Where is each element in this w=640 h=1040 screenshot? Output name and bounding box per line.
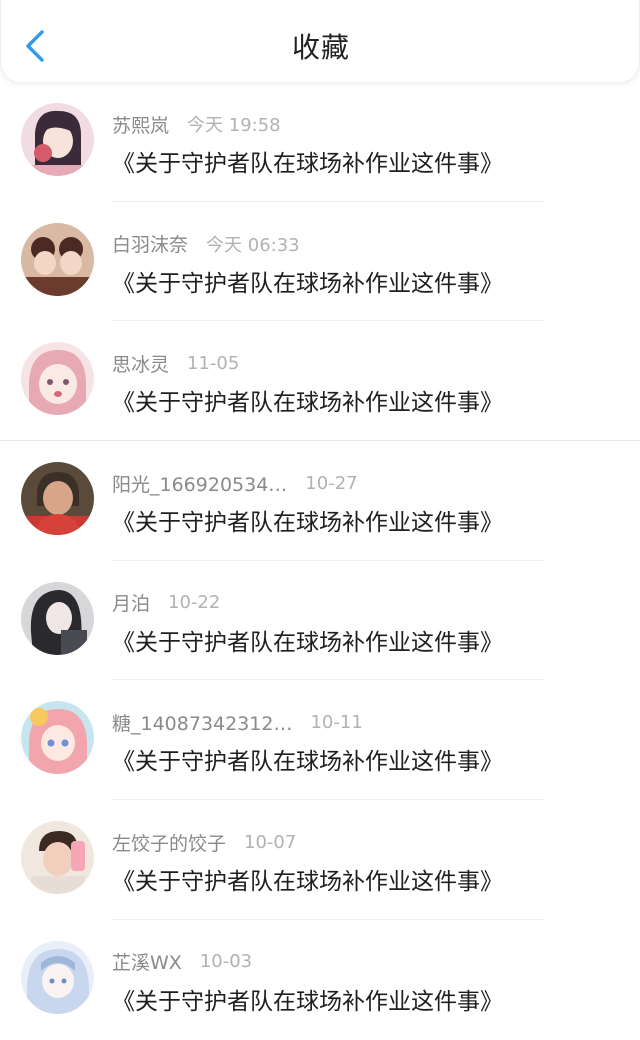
item-meta: 苏熙岚 今天 19:58 bbox=[112, 110, 281, 138]
item-meta: 阳光_166920534… 10-27 bbox=[112, 469, 358, 497]
favorites-list: 苏熙岚 今天 19:58 《关于守护者队在球场补作业这件事》 白羽沫奈 今天 0… bbox=[0, 82, 640, 1040]
list-item[interactable]: 月泊 10-22 《关于守护者队在球场补作业这件事》 bbox=[0, 561, 640, 681]
timestamp: 10-11 bbox=[310, 711, 363, 733]
message-text: 《关于守护者队在球场补作业这件事》 bbox=[112, 390, 503, 417]
list-item[interactable]: 思冰灵 11-05 《关于守护者队在球场补作业这件事》 bbox=[0, 321, 640, 442]
list-item[interactable]: 左饺子的饺子 10-07 《关于守护者队在球场补作业这件事》 bbox=[0, 800, 640, 920]
timestamp: 10-27 bbox=[305, 472, 358, 494]
timestamp: 10-07 bbox=[244, 831, 297, 853]
user-name[interactable]: 芷溪WX bbox=[112, 948, 182, 975]
timestamp: 10-03 bbox=[199, 951, 253, 973]
timestamp: 10-22 bbox=[168, 592, 221, 614]
list-item[interactable]: 芷溪WX 10-03 《关于守护者队在球场补作业这件事》 bbox=[0, 920, 640, 1040]
message-text: 《关于守护者队在球场补作业这件事》 bbox=[112, 629, 503, 656]
message-text: 《关于守护者队在球场补作业这件事》 bbox=[112, 869, 503, 896]
item-meta: 糖_14087342312… 10-11 bbox=[112, 708, 363, 736]
avatar[interactable] bbox=[21, 581, 94, 655]
avatar[interactable] bbox=[21, 103, 94, 176]
page-title: 收藏 bbox=[291, 31, 350, 64]
list-item[interactable]: 糖_14087342312… 10-11 《关于守护者队在球场补作业这件事》 bbox=[0, 680, 640, 801]
user-name[interactable]: 白羽沫奈 bbox=[112, 230, 188, 257]
list-item[interactable]: 苏熙岚 今天 19:58 《关于守护者队在球场补作业这件事》 bbox=[0, 82, 640, 202]
avatar[interactable] bbox=[21, 222, 94, 296]
item-meta: 月泊 10-22 bbox=[112, 589, 220, 617]
chevron-left-icon bbox=[26, 30, 44, 62]
avatar[interactable] bbox=[21, 821, 94, 895]
item-meta: 思冰灵 11-05 bbox=[112, 349, 239, 377]
user-name[interactable]: 月泊 bbox=[112, 589, 150, 616]
user-name[interactable]: 苏熙岚 bbox=[112, 111, 169, 138]
list-item[interactable]: 白羽沫奈 今天 06:33 《关于守护者队在球场补作业这件事》 bbox=[0, 202, 640, 322]
avatar[interactable] bbox=[21, 701, 94, 775]
item-meta: 白羽沫奈 今天 06:33 bbox=[112, 230, 300, 258]
message-text: 《关于守护者队在球场补作业这件事》 bbox=[112, 749, 503, 776]
message-text: 《关于守护者队在球场补作业这件事》 bbox=[112, 988, 503, 1015]
item-meta: 芷溪WX 10-03 bbox=[112, 948, 252, 976]
top-bar: 收藏 bbox=[0, 0, 640, 82]
avatar[interactable] bbox=[21, 342, 94, 416]
avatar[interactable] bbox=[21, 940, 94, 1014]
list-item[interactable]: 阳光_166920534… 10-27 《关于守护者队在球场补作业这件事》 bbox=[0, 441, 640, 561]
timestamp: 今天 06:33 bbox=[206, 234, 300, 256]
user-name[interactable]: 糖_14087342312… bbox=[112, 709, 292, 736]
user-name[interactable]: 阳光_166920534… bbox=[112, 470, 287, 497]
timestamp: 今天 19:58 bbox=[187, 115, 281, 136]
timestamp: 11-05 bbox=[187, 352, 240, 374]
message-text: 《关于守护者队在球场补作业这件事》 bbox=[112, 151, 503, 177]
avatar[interactable] bbox=[21, 462, 94, 536]
user-name[interactable]: 思冰灵 bbox=[112, 350, 169, 377]
item-meta: 左饺子的饺子 10-07 bbox=[112, 828, 296, 856]
message-text: 《关于守护者队在球场补作业这件事》 bbox=[112, 270, 503, 297]
message-text: 《关于守护者队在球场补作业这件事》 bbox=[112, 510, 503, 537]
user-name[interactable]: 左饺子的饺子 bbox=[112, 829, 226, 856]
back-button[interactable] bbox=[17, 24, 53, 68]
